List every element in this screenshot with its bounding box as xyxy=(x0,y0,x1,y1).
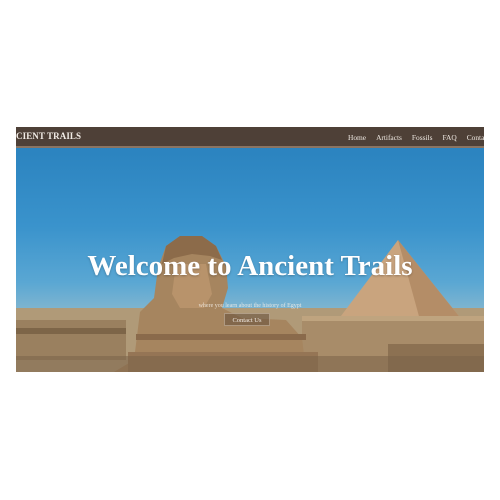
ruins-left-image xyxy=(16,320,126,360)
hero-section: Welcome to Ancient Trails where you lear… xyxy=(16,148,484,372)
nav-links: Home Artifacts Fossils FAQ Conta xyxy=(348,133,484,142)
navbar: CIENT TRAILS Home Artifacts Fossils FAQ … xyxy=(16,127,484,148)
brand-logo-text[interactable]: CIENT TRAILS xyxy=(16,131,81,141)
contact-us-button[interactable]: Contact Us xyxy=(224,313,270,326)
hero-subtitle: where you learn about the history of Egy… xyxy=(198,303,302,309)
nav-link-contact[interactable]: Conta xyxy=(467,133,484,142)
nav-link-artifacts[interactable]: Artifacts xyxy=(376,133,402,142)
nav-link-fossils[interactable]: Fossils xyxy=(412,133,433,142)
nav-link-faq[interactable]: FAQ xyxy=(442,133,456,142)
hero-title: Welcome to Ancient Trails xyxy=(87,250,413,282)
page-frame: CIENT TRAILS Home Artifacts Fossils FAQ … xyxy=(16,127,484,372)
nav-link-home[interactable]: Home xyxy=(348,133,366,142)
